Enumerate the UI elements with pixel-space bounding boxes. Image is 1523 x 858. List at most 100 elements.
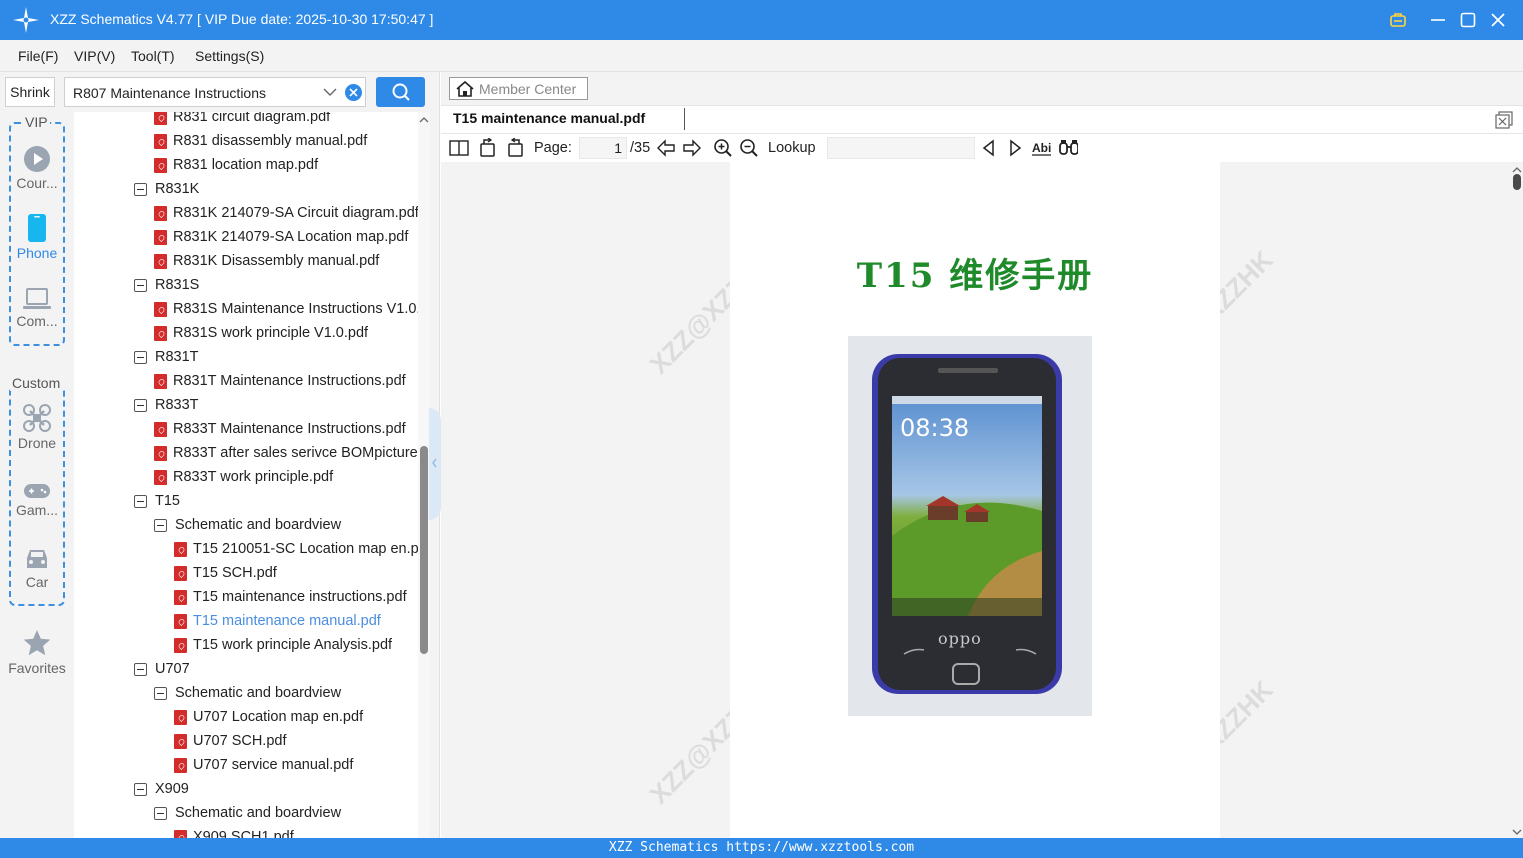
pdf-icon xyxy=(154,445,167,461)
find-all-icon[interactable] xyxy=(1058,138,1078,158)
rail-item-favorites[interactable]: Favorites xyxy=(0,628,74,676)
menu-settings[interactable]: Settings(S) xyxy=(195,48,264,64)
rail-item-games[interactable]: Gam... xyxy=(0,482,74,518)
find-next-icon[interactable] xyxy=(1005,138,1025,158)
lookup-input[interactable] xyxy=(827,137,975,159)
tree-file[interactable]: R831 location map.pdf xyxy=(154,154,318,176)
menu-tool[interactable]: Tool(T) xyxy=(131,48,175,64)
two-page-icon[interactable] xyxy=(449,138,469,158)
collapse-icon[interactable] xyxy=(134,278,147,292)
maximize-icon[interactable] xyxy=(1456,8,1480,32)
tree-scroll-thumb[interactable] xyxy=(420,446,428,654)
close-tab-icon[interactable] xyxy=(1495,111,1513,129)
tree-file[interactable]: X909 SCH1.pdf xyxy=(174,826,294,838)
pdf-icon xyxy=(174,613,187,629)
tree-folder[interactable]: X909 xyxy=(134,778,189,800)
rail-item-phone[interactable]: Phone xyxy=(0,213,74,261)
vip-badge-icon[interactable] xyxy=(1386,8,1410,32)
tree-file[interactable]: R833T after sales serivce BOMpicture xyxy=(154,442,418,464)
tree-folder[interactable]: R831S xyxy=(134,274,199,296)
collapse-icon[interactable] xyxy=(134,350,147,364)
chevron-down-icon[interactable] xyxy=(323,84,337,103)
collapse-icon[interactable] xyxy=(154,806,167,820)
tree-file[interactable]: R831 circuit diagram.pdf xyxy=(154,112,330,128)
rail-item-courses[interactable]: Cour... xyxy=(0,145,74,191)
tree-file[interactable]: T15 SCH.pdf xyxy=(174,562,277,584)
viewer-scrollbar[interactable] xyxy=(1511,162,1523,838)
scroll-down-icon[interactable] xyxy=(1511,826,1523,838)
collapse-handle[interactable] xyxy=(429,408,441,520)
tree-folder[interactable]: Schematic and boardview xyxy=(154,802,341,824)
tree-file[interactable]: R831K Disassembly manual.pdf xyxy=(154,250,379,272)
search-button[interactable] xyxy=(376,77,425,107)
phone-clock: 08:38 xyxy=(900,414,969,442)
tree-file[interactable]: U707 SCH.pdf xyxy=(174,730,287,752)
tree-folder[interactable]: R831K xyxy=(134,178,199,200)
clear-icon[interactable] xyxy=(345,84,362,101)
shrink-button[interactable]: Shrink xyxy=(5,77,55,107)
tree-file[interactable]: T15 maintenance manual.pdf xyxy=(174,610,381,632)
search-input[interactable]: R807 Maintenance Instructions xyxy=(64,77,366,107)
collapse-icon[interactable] xyxy=(134,662,147,676)
tree-folder[interactable]: Schematic and boardview xyxy=(154,682,341,704)
match-case-icon[interactable]: Abi xyxy=(1031,138,1051,158)
collapse-icon[interactable] xyxy=(134,782,147,796)
menu-file[interactable]: File(F) xyxy=(18,48,58,64)
viewer-scroll-thumb[interactable] xyxy=(1513,174,1521,190)
tree-file[interactable]: T15 210051-SC Location map en.pdf xyxy=(174,538,420,560)
menu-vip[interactable]: VIP(V) xyxy=(74,48,115,64)
rail-item-computer[interactable]: Com... xyxy=(0,287,74,329)
page-number-input[interactable]: 1 xyxy=(579,137,627,159)
tree-file[interactable]: U707 service manual.pdf xyxy=(174,754,353,776)
find-previous-icon[interactable] xyxy=(979,138,999,158)
pdf-icon xyxy=(154,421,167,437)
tree-file[interactable]: R831S Maintenance Instructions V1.0.pdf xyxy=(154,298,420,320)
tree-label: R831K xyxy=(155,181,200,197)
tree-file[interactable]: R831K 214079-SA Location map.pdf xyxy=(154,226,408,248)
minimize-icon[interactable] xyxy=(1426,8,1450,32)
rail-item-drone[interactable]: Drone xyxy=(0,403,74,451)
member-center-button[interactable]: Member Center xyxy=(449,77,588,100)
collapse-icon[interactable] xyxy=(154,518,167,532)
zoom-out-icon[interactable] xyxy=(739,138,759,158)
collapse-icon[interactable] xyxy=(134,398,147,412)
pdf-icon xyxy=(174,589,187,605)
tree-folder[interactable]: T15 xyxy=(134,490,180,512)
close-icon[interactable] xyxy=(1486,8,1510,32)
tree-file[interactable]: R833T work principle.pdf xyxy=(154,466,333,488)
tree-folder[interactable]: R833T xyxy=(134,394,199,416)
tree-file[interactable]: U707 Location map en.pdf xyxy=(174,706,363,728)
tree-folder[interactable]: Schematic and boardview xyxy=(154,514,341,536)
rotate-left-icon[interactable] xyxy=(478,138,498,158)
pdf-toolbar: Page: 1 /35 Lookup Abi xyxy=(441,133,1523,162)
search-icon xyxy=(392,83,410,101)
tree-label: R831K 214079-SA Circuit diagram.pdf xyxy=(173,205,419,221)
tree-file[interactable]: R831S work principle V1.0.pdf xyxy=(154,322,368,344)
rotate-right-icon[interactable] xyxy=(505,138,525,158)
tree-file[interactable]: T15 work principle Analysis.pdf xyxy=(174,634,392,656)
collapse-icon[interactable] xyxy=(154,686,167,700)
pdf-viewport[interactable]: XZZ@XZZHK XZZ@XZZHK XZZ@XZZHK XZZ@XZZHK … xyxy=(441,162,1523,838)
pdf-icon xyxy=(154,325,167,341)
next-page-icon[interactable] xyxy=(682,138,702,158)
tree-file[interactable]: R833T Maintenance Instructions.pdf xyxy=(154,418,406,440)
rail-item-car[interactable]: Car xyxy=(0,546,74,590)
prev-page-icon[interactable] xyxy=(656,138,676,158)
tree-label: R831K 214079-SA Location map.pdf xyxy=(173,229,409,245)
scroll-up-icon[interactable] xyxy=(418,114,430,126)
tree-file[interactable]: R831 disassembly manual.pdf xyxy=(154,130,367,152)
collapse-icon[interactable] xyxy=(134,182,147,196)
tree-label: T15 maintenance manual.pdf xyxy=(193,613,381,629)
tree-folder[interactable]: R831T xyxy=(134,346,199,368)
svg-text:Abi: Abi xyxy=(1032,141,1051,155)
tab-document[interactable]: T15 maintenance manual.pdf xyxy=(453,110,645,126)
tree-folder[interactable]: U707 xyxy=(134,658,190,680)
pdf-icon xyxy=(154,301,167,317)
tree-file[interactable]: T15 maintenance instructions.pdf xyxy=(174,586,407,608)
collapse-icon[interactable] xyxy=(134,494,147,508)
tree-label: T15 maintenance instructions.pdf xyxy=(193,589,407,605)
tree-file[interactable]: R831K 214079-SA Circuit diagram.pdf xyxy=(154,202,419,224)
tree-label: T15 xyxy=(155,493,180,509)
zoom-in-icon[interactable] xyxy=(713,138,733,158)
tree-file[interactable]: R831T Maintenance Instructions.pdf xyxy=(154,370,406,392)
